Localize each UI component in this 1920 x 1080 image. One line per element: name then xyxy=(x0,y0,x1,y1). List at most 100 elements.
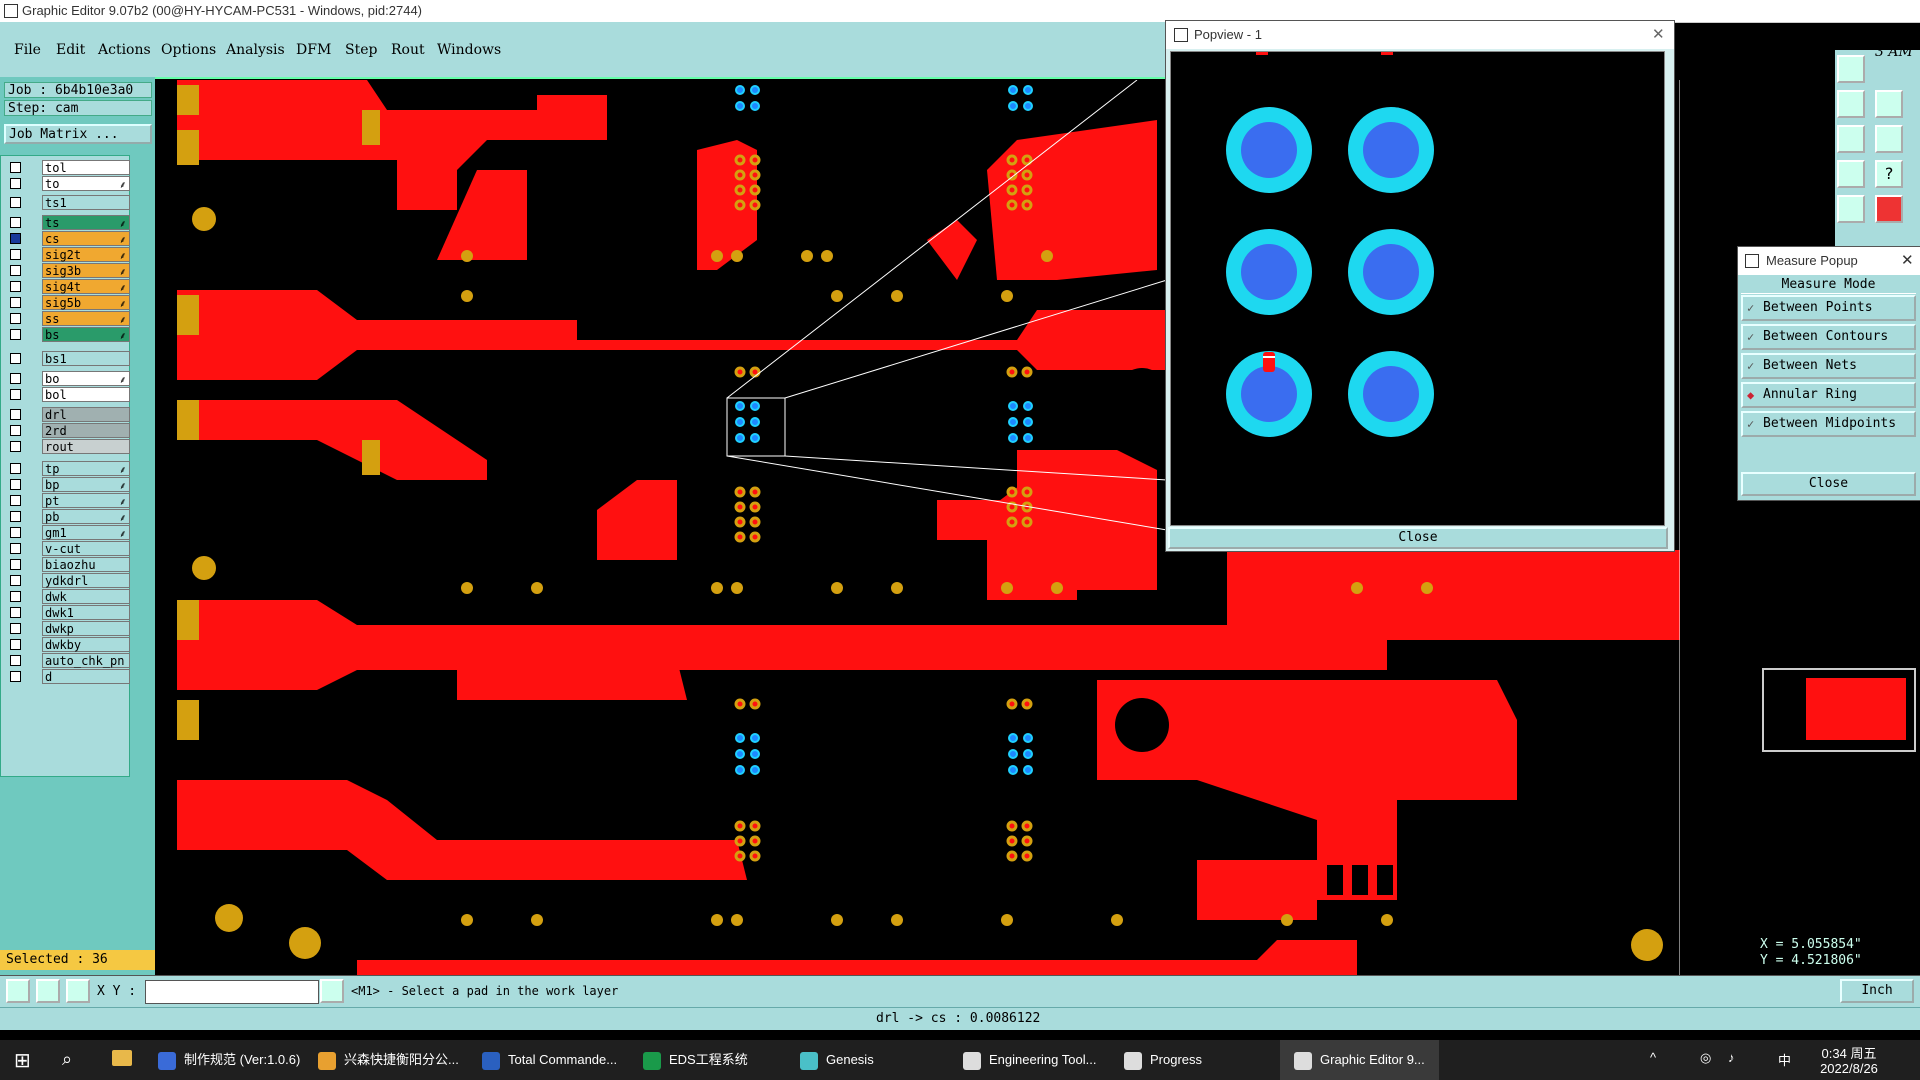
layer-name[interactable]: sig5b xyxy=(42,295,130,310)
close-icon[interactable]: ✕ xyxy=(1901,251,1914,269)
layer-checkbox[interactable] xyxy=(10,511,21,522)
layer-row[interactable]: pt ⸙ xyxy=(7,493,130,508)
layer-row[interactable]: sig4t ⸙ xyxy=(7,279,130,294)
tray-network-icon[interactable]: ◎ xyxy=(1700,1050,1711,1066)
layer-checkbox[interactable] xyxy=(10,329,21,340)
layer-checkbox[interactable] xyxy=(10,249,21,260)
taskbar-app-1[interactable]: 兴森快捷衡阳分公... xyxy=(318,1040,459,1080)
tool-button-8[interactable] xyxy=(1875,195,1903,223)
tray-volume-icon[interactable]: ♪ xyxy=(1728,1050,1735,1065)
layer-name[interactable]: pt xyxy=(42,493,130,508)
layer-row[interactable]: rout xyxy=(7,439,130,454)
tool-button-2[interactable] xyxy=(1837,90,1865,118)
tray-chevron-icon[interactable]: ^ xyxy=(1650,1050,1656,1065)
menu-file[interactable]: File xyxy=(14,42,41,58)
layer-name[interactable]: d xyxy=(42,669,130,684)
mode-between-points[interactable]: ✓ Between Points xyxy=(1741,295,1916,321)
mode-annular-ring[interactable]: ◆ Annular Ring xyxy=(1741,382,1916,408)
measure-tool-icon[interactable] xyxy=(36,979,60,1003)
layer-checkbox[interactable] xyxy=(10,265,21,276)
tool-button-7[interactable] xyxy=(1837,195,1865,223)
layer-checkbox[interactable] xyxy=(10,559,21,570)
layer-name[interactable]: ts xyxy=(42,215,130,230)
layer-checkbox[interactable] xyxy=(10,297,21,308)
layer-checkbox[interactable] xyxy=(10,425,21,436)
mode-between-contours[interactable]: ✓ Between Contours xyxy=(1741,324,1916,350)
layer-name[interactable]: dwk1 xyxy=(42,605,130,620)
info-icon[interactable] xyxy=(320,979,344,1003)
windows-start-icon[interactable]: ⊞ xyxy=(14,1048,31,1073)
layer-row[interactable]: ss ⸙ xyxy=(7,311,130,326)
tool-button-5[interactable] xyxy=(1875,125,1903,153)
layer-checkbox[interactable] xyxy=(10,543,21,554)
layer-row[interactable]: tp ⸙ xyxy=(7,461,130,476)
layer-row[interactable]: ts ⸙ xyxy=(7,215,130,230)
layer-checkbox[interactable] xyxy=(10,313,21,324)
tool-button-1[interactable] xyxy=(1837,55,1865,83)
layer-name[interactable]: auto_chk_pn xyxy=(42,653,130,668)
layer-row[interactable]: ydkdrl xyxy=(7,573,130,588)
layer-name[interactable]: to xyxy=(42,176,130,191)
layer-checkbox[interactable] xyxy=(10,671,21,682)
layer-row[interactable]: v-cut xyxy=(7,541,130,556)
grid-icon[interactable] xyxy=(66,979,90,1003)
layer-name[interactable]: 2rd xyxy=(42,423,130,438)
layer-checkbox[interactable] xyxy=(10,495,21,506)
snap-icon[interactable] xyxy=(6,979,30,1003)
layer-checkbox[interactable] xyxy=(10,441,21,452)
menu-edit[interactable]: Edit xyxy=(56,42,85,58)
layer-name[interactable]: tp xyxy=(42,461,130,476)
layer-name[interactable]: bol xyxy=(42,387,130,402)
tool-button-4[interactable] xyxy=(1837,125,1865,153)
layer-name[interactable]: dwk xyxy=(42,589,130,604)
layer-name[interactable]: gm1 xyxy=(42,525,130,540)
taskbar-app-4[interactable]: Genesis xyxy=(800,1040,874,1080)
layer-checkbox[interactable] xyxy=(10,623,21,634)
tray-date[interactable]: 2022/8/26 xyxy=(1810,1061,1888,1076)
layer-checkbox[interactable] xyxy=(10,463,21,474)
mode-between-nets[interactable]: ✓ Between Nets xyxy=(1741,353,1916,379)
layer-checkbox[interactable] xyxy=(10,389,21,400)
layer-row[interactable]: 2rd xyxy=(7,423,130,438)
help-icon[interactable]: ? xyxy=(1875,160,1903,188)
layer-row[interactable]: ts1 xyxy=(7,195,130,210)
tool-button-6[interactable] xyxy=(1837,160,1865,188)
layer-name[interactable]: dwkby xyxy=(42,637,130,652)
layer-name[interactable]: biaozhu xyxy=(42,557,130,572)
layer-row[interactable]: dwk1 xyxy=(7,605,130,620)
layer-checkbox[interactable] xyxy=(10,233,21,244)
popview-close-button[interactable]: Close xyxy=(1168,527,1668,549)
taskbar-app-7[interactable]: Graphic Editor 9... xyxy=(1280,1040,1439,1080)
taskbar-app-3[interactable]: EDS工程系统 xyxy=(643,1040,748,1080)
layer-checkbox[interactable] xyxy=(10,639,21,650)
layer-name[interactable]: bs1 xyxy=(42,351,130,366)
layer-name[interactable]: pb xyxy=(42,509,130,524)
layer-checkbox[interactable] xyxy=(10,281,21,292)
layer-row[interactable]: dwkby xyxy=(7,637,130,652)
layer-checkbox[interactable] xyxy=(10,607,21,618)
layer-name[interactable]: rout xyxy=(42,439,130,454)
job-matrix-button[interactable]: Job Matrix ... xyxy=(4,124,152,144)
layer-checkbox[interactable] xyxy=(10,178,21,189)
layer-row[interactable]: tol xyxy=(7,160,130,175)
layer-row[interactable]: bol xyxy=(7,387,130,402)
layer-row[interactable]: bo ⸙ xyxy=(7,371,130,386)
layer-name[interactable]: sig2t xyxy=(42,247,130,262)
units-toggle[interactable]: Inch xyxy=(1840,979,1914,1003)
layer-checkbox[interactable] xyxy=(10,217,21,228)
menu-rout[interactable]: Rout xyxy=(391,42,425,58)
layer-name[interactable]: bp xyxy=(42,477,130,492)
mode-between-midpoints[interactable]: ✓ Between Midpoints xyxy=(1741,411,1916,437)
layer-name[interactable]: drl xyxy=(42,407,130,422)
layer-row[interactable]: cs ⸙ xyxy=(7,231,130,246)
search-icon[interactable]: ⌕ xyxy=(62,1049,72,1070)
layer-row[interactable]: sig2t ⸙ xyxy=(7,247,130,262)
layer-row[interactable]: bs1 xyxy=(7,351,130,366)
layer-name[interactable]: sig3b xyxy=(42,263,130,278)
layer-checkbox[interactable] xyxy=(10,575,21,586)
layer-checkbox[interactable] xyxy=(10,197,21,208)
layer-name[interactable]: dwkp xyxy=(42,621,130,636)
layer-row[interactable]: pb ⸙ xyxy=(7,509,130,524)
menu-dfm[interactable]: DFM xyxy=(296,42,331,58)
layer-checkbox[interactable] xyxy=(10,162,21,173)
